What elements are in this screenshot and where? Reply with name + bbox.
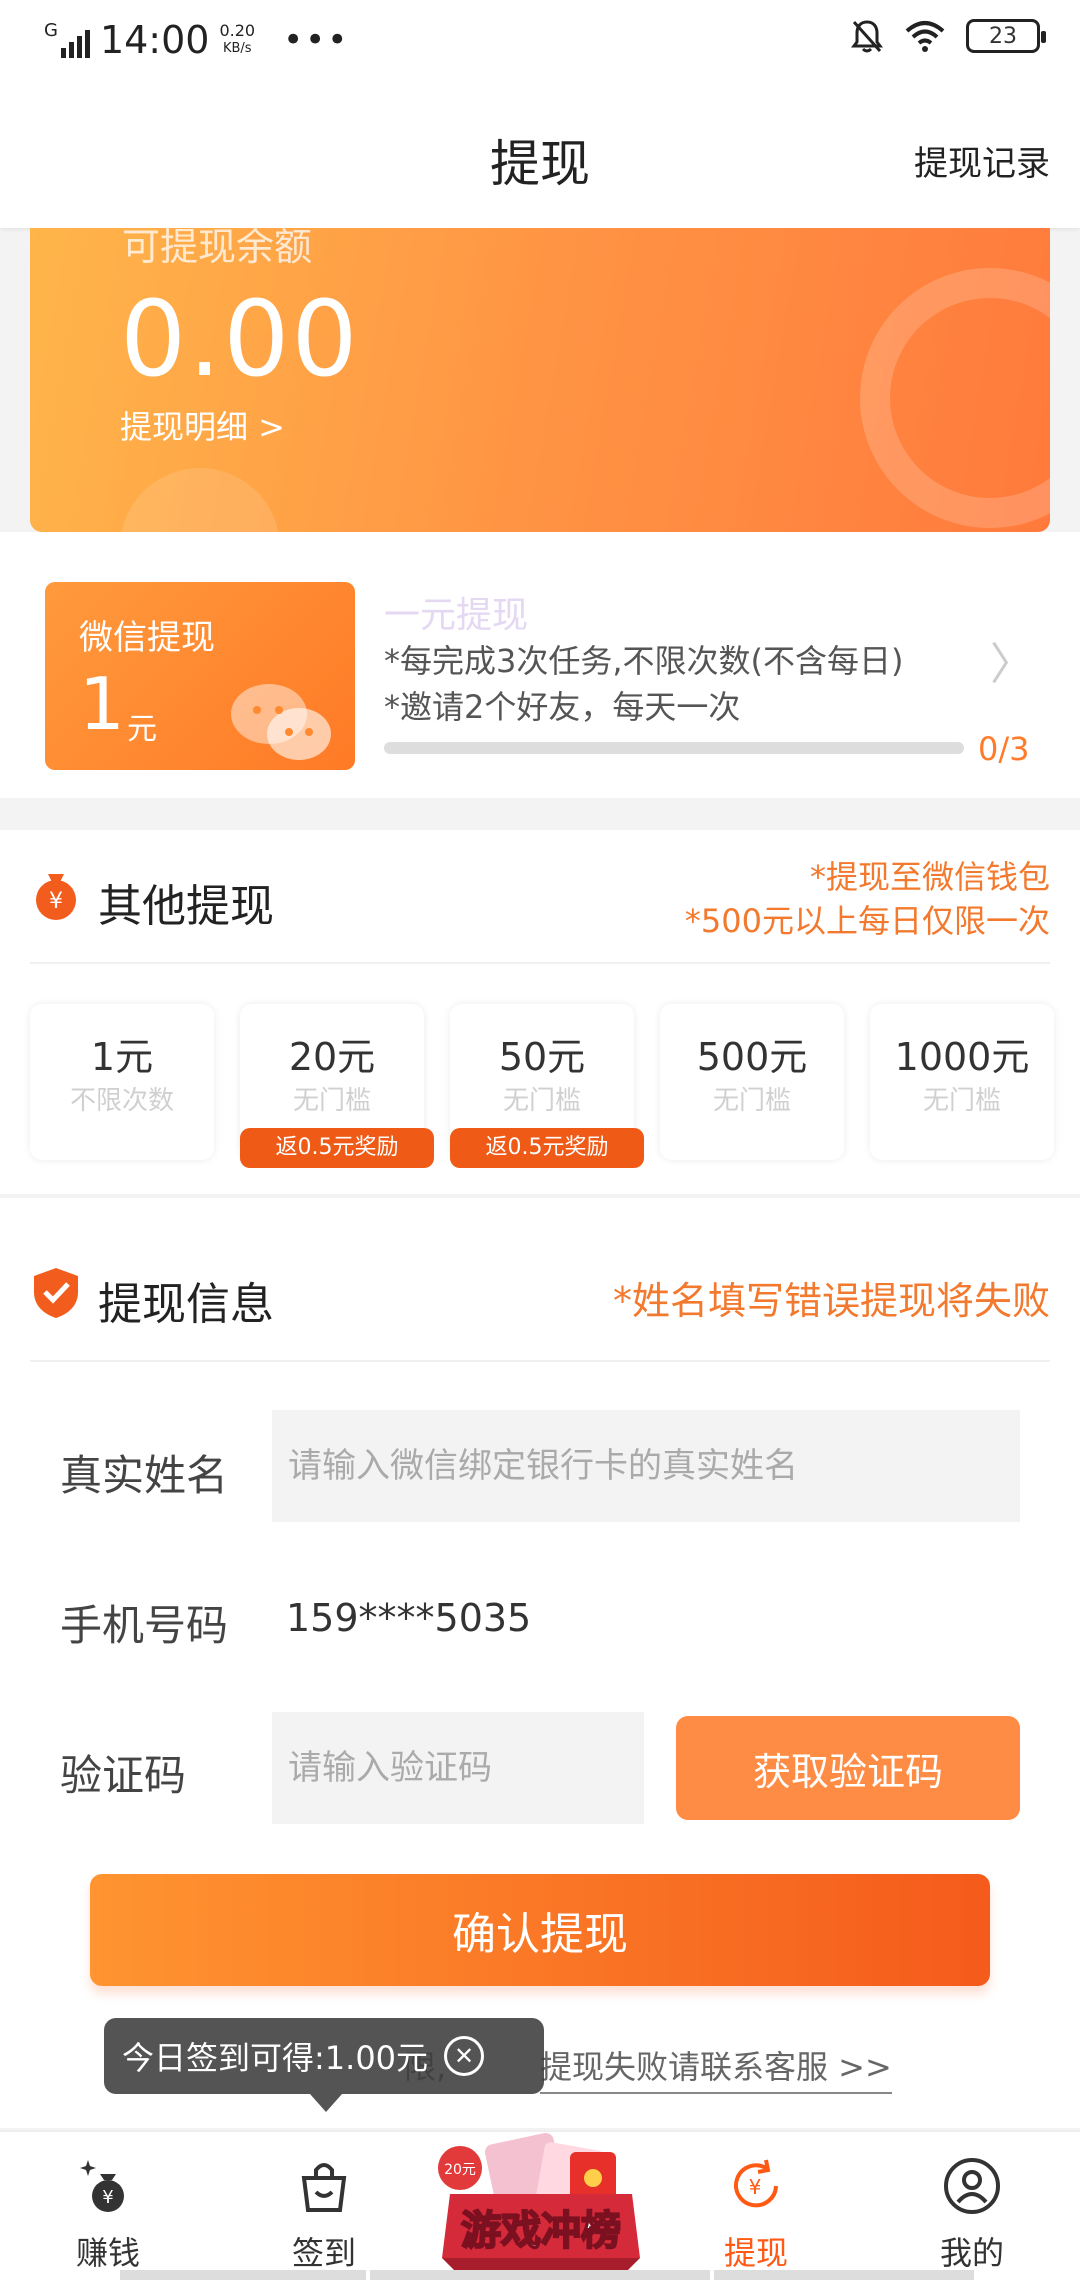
real-name-label: 真实姓名 — [60, 1451, 229, 1500]
rule-invite: *邀请2个好友，每天一次 — [384, 688, 741, 726]
option-value: 500元 — [696, 1035, 808, 1079]
banner-tag: 20元 — [444, 2162, 476, 2178]
tab-label: 提现 — [723, 2234, 788, 2272]
tab-label: 签到 — [291, 2234, 356, 2272]
phone-label: 手机号码 — [60, 1601, 229, 1650]
wechat-card-amount: 1 — [79, 662, 125, 746]
status-bar: G 14:00 0.20 KB/s ••• 23 — [0, 0, 1080, 84]
wechat-icon — [231, 684, 331, 760]
option-sub: 无门槛 — [292, 1086, 371, 1116]
divider — [30, 1360, 1050, 1362]
option-value: 50元 — [498, 1035, 586, 1079]
game-rank-banner[interactable]: 20元 游戏冲榜 — [420, 2128, 662, 2278]
amount-option-1000[interactable]: 1000元 无门槛 — [870, 1004, 1054, 1160]
phone-value: 159****5035 — [286, 1596, 532, 1640]
other-withdraw-title: 其他提现 — [98, 881, 274, 932]
withdraw-record-link[interactable]: 提现记录 — [914, 136, 1050, 185]
page-header: 提现 提现记录 — [0, 84, 1080, 228]
decor-bubble — [120, 468, 280, 532]
contact-support-link[interactable]: 提现失败请联系客服 >> — [540, 2042, 892, 2094]
other-note-limit: *500元以上每日仅限一次 — [684, 902, 1050, 940]
toast-text: 今日签到可得:1.00元 — [122, 2039, 429, 2077]
chevron-right-icon[interactable]: 〉 — [990, 628, 1034, 692]
divider — [30, 962, 1050, 964]
task-progress-count: 0/3 — [978, 730, 1030, 768]
amount-option-500[interactable]: 500元 无门槛 — [660, 1004, 844, 1160]
withdraw-detail-link[interactable]: 提现明细 > — [120, 402, 285, 448]
home-indicator — [370, 2270, 710, 2280]
user-icon — [944, 2158, 1000, 2214]
tab-label: 我的 — [939, 2234, 1004, 2272]
option-sub: 无门槛 — [712, 1086, 791, 1116]
tab-signin[interactable]: 签到 — [216, 2132, 432, 2280]
other-note-wallet: *提现至微信钱包 — [809, 858, 1050, 896]
shopping-bag-icon — [301, 2163, 347, 2212]
real-name-input[interactable] — [272, 1410, 1020, 1522]
wifi-icon — [905, 21, 945, 52]
tab-label: 赚钱 — [75, 2234, 140, 2272]
wechat-withdraw-card[interactable]: 微信提现 1 元 — [45, 582, 355, 770]
svg-text:¥: ¥ — [49, 889, 63, 914]
signal-icon: G — [44, 22, 90, 58]
confirm-withdraw-button[interactable]: 确认提现 — [90, 1874, 990, 1986]
option-sub: 不限次数 — [69, 1086, 174, 1116]
wechat-withdraw-section: 微信提现 1 元 一元提现 *每完成3次任务,不限次数(不含每日) *邀请2个好… — [0, 532, 1080, 798]
balance-card: 可提现余额 0.00 提现明细 > — [30, 228, 1050, 532]
shield-check-icon — [34, 1268, 78, 1318]
money-bag-sparkle-icon: ¥ — [80, 2160, 124, 2212]
money-bag-icon: ¥ — [36, 874, 76, 920]
yuan-exchange-icon: ¥ — [734, 2159, 778, 2208]
option-value: 20元 — [288, 1035, 376, 1079]
balance-label: 可提现余额 — [122, 228, 313, 269]
battery-icon: 23 — [966, 19, 1046, 53]
amount-option-20[interactable]: 20元 无门槛 返0.5元奖励 — [240, 1004, 434, 1168]
amount-option-1[interactable]: 1元 不限次数 — [30, 1004, 214, 1160]
decor-ring — [860, 268, 1050, 528]
name-warning: *姓名填写错误提现将失败 — [612, 1279, 1050, 1323]
more-dots: ••• — [283, 20, 350, 60]
verification-code-input[interactable] — [272, 1712, 644, 1824]
battery-level: 23 — [989, 23, 1017, 49]
one-yuan-title: 一元提现 — [384, 595, 529, 636]
option-sub: 无门槛 — [922, 1086, 1001, 1116]
network-speed: 0.20 KB/s — [219, 22, 255, 58]
withdraw-info-section: 提现信息 *姓名填写错误提现将失败 真实姓名 手机号码 159****5035 … — [0, 1198, 1080, 2128]
tab-earn[interactable]: ¥ 赚钱 — [0, 2132, 216, 2280]
option-sub: 无门槛 — [502, 1086, 581, 1116]
amount-option-50[interactable]: 50元 无门槛 返0.5元奖励 — [450, 1004, 644, 1168]
svg-text:¥: ¥ — [102, 2187, 113, 2208]
speed-unit: KB/s — [222, 41, 252, 56]
banner-text: 游戏冲榜 — [461, 2208, 621, 2254]
tab-withdraw[interactable]: ¥ 提现 — [648, 2132, 864, 2280]
reward-badge: 返0.5元奖励 — [450, 1128, 644, 1168]
option-value: 1000元 — [894, 1035, 1030, 1079]
reward-badge: 返0.5元奖励 — [240, 1128, 434, 1168]
toast-pointer — [310, 2094, 342, 2112]
option-value: 1元 — [90, 1035, 154, 1079]
other-withdraw-section: ¥ 其他提现 *提现至微信钱包 *500元以上每日仅限一次 1元 不限次数 20… — [0, 830, 1080, 1194]
task-progress-bar — [384, 742, 964, 754]
home-indicator — [120, 2270, 366, 2280]
close-icon[interactable]: ✕ — [444, 2036, 485, 2076]
svg-text:¥: ¥ — [749, 2175, 762, 2199]
withdraw-info-title: 提现信息 — [98, 1279, 274, 1330]
balance-amount: 0.00 — [120, 278, 360, 400]
tab-mine[interactable]: 我的 — [864, 2132, 1080, 2280]
clock: 14:00 — [99, 18, 210, 62]
status-right: 23 — [850, 18, 1046, 54]
wechat-card-title: 微信提现 — [79, 618, 215, 658]
home-indicator — [714, 2270, 974, 2280]
wechat-card-unit: 元 — [127, 712, 157, 747]
code-label: 验证码 — [60, 1751, 187, 1800]
signin-toast: 今日签到可得:1.00元 ✕ — [104, 2018, 544, 2094]
network-type: G — [44, 20, 58, 41]
get-code-button[interactable]: 获取验证码 — [676, 1716, 1020, 1820]
mute-bell-icon — [851, 20, 883, 53]
status-left: G 14:00 0.20 KB/s ••• — [44, 18, 349, 62]
speed-value: 0.20 — [219, 21, 256, 40]
rule-tasks: *每完成3次任务,不限次数(不含每日) — [384, 642, 904, 680]
